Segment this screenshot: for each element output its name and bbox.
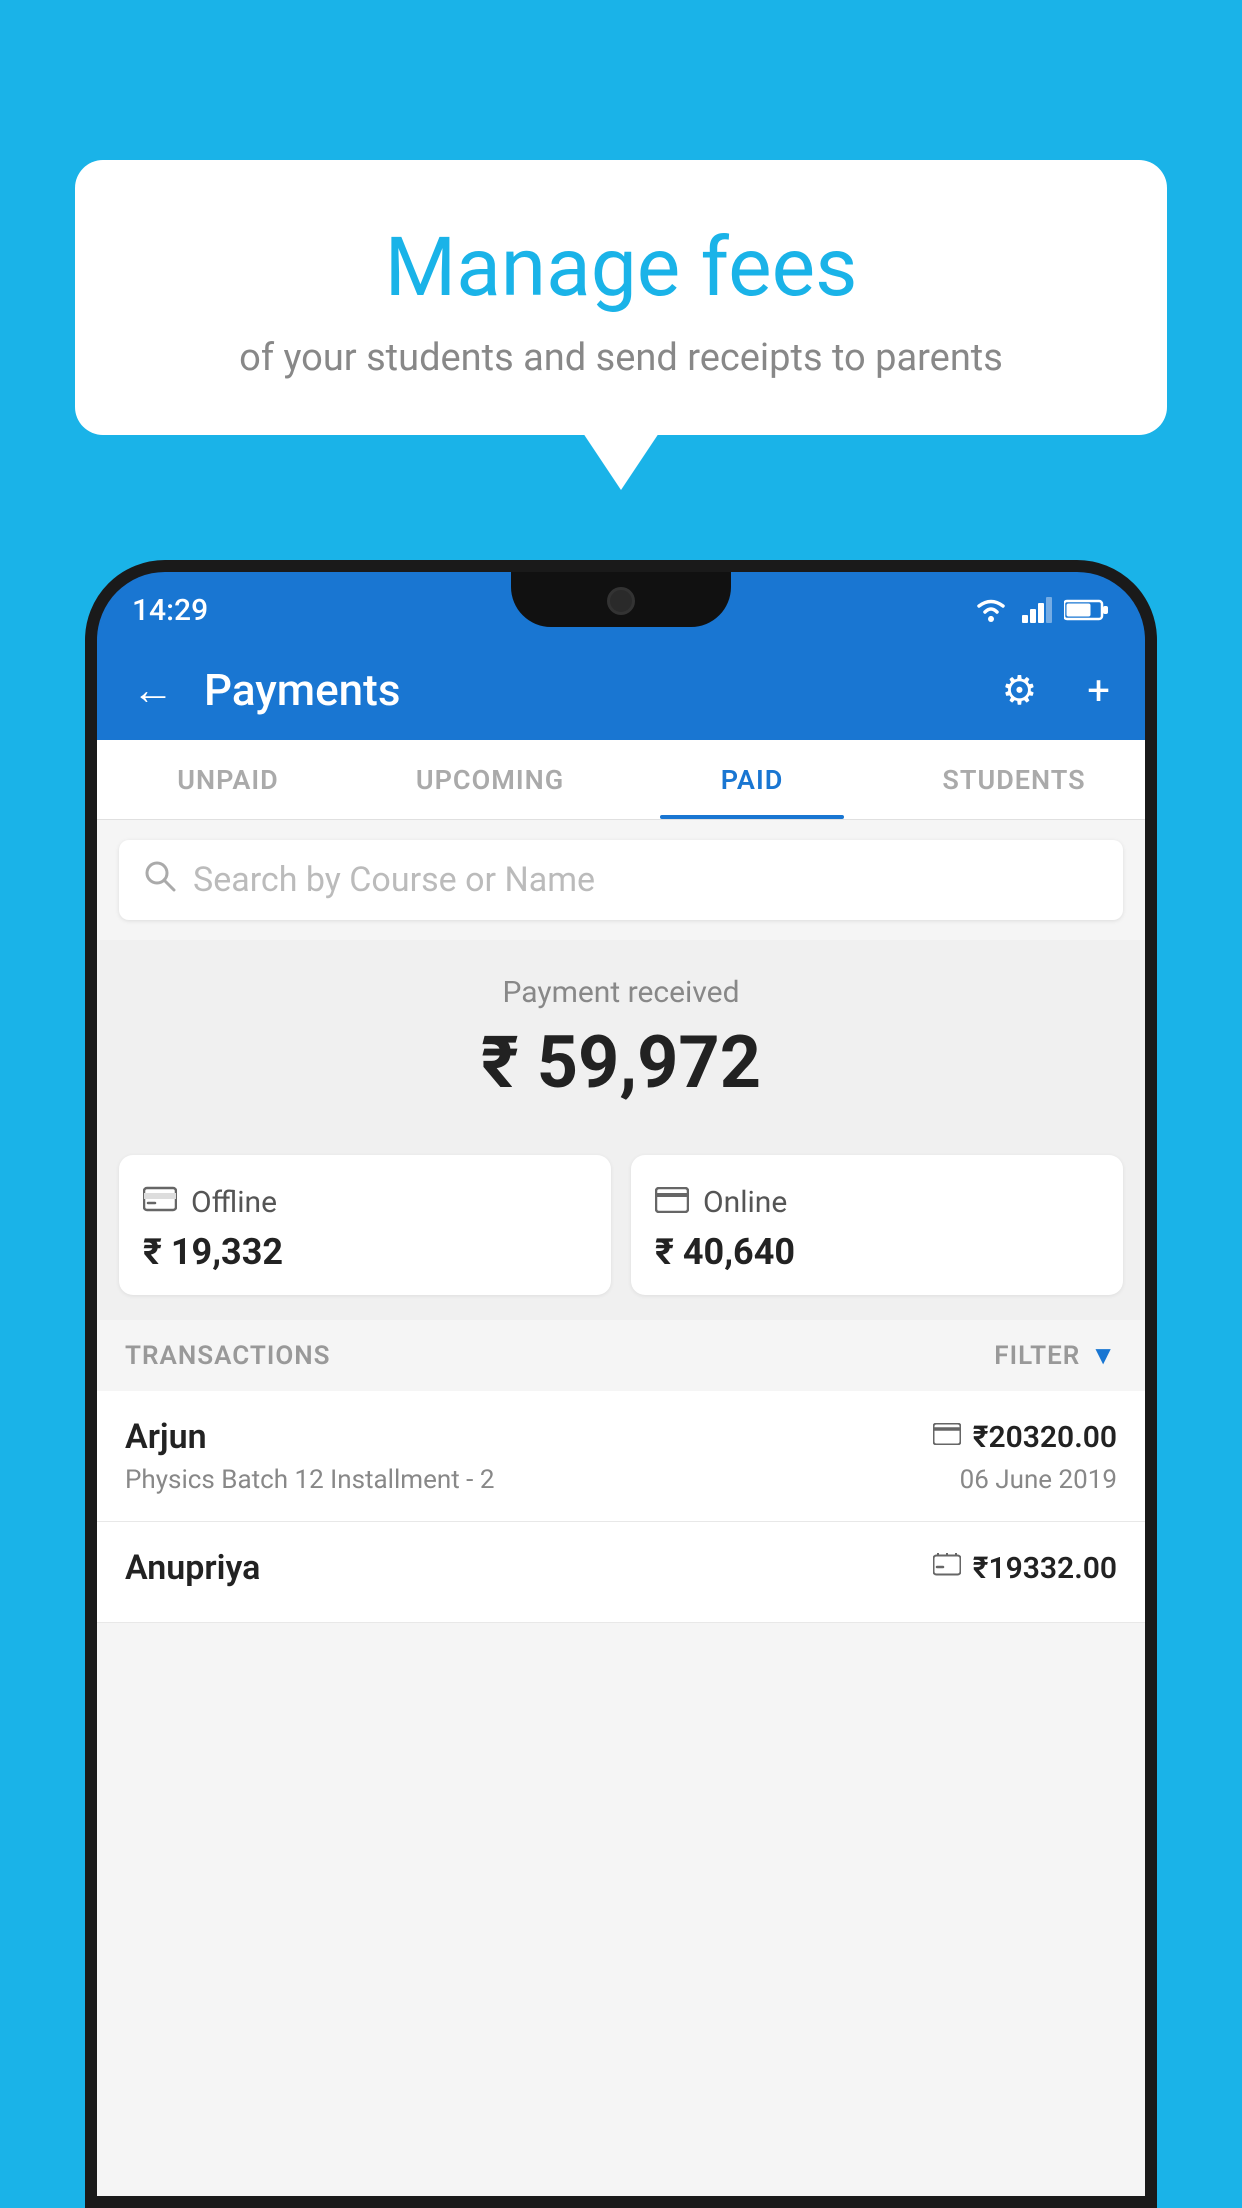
transaction-row[interactable]: Arjun ₹20320.00 Physics Batch 12 Install… [97,1391,1145,1522]
transaction-name-2: Anupriya [125,1548,260,1588]
tab-students[interactable]: STUDENTS [883,740,1145,819]
phone-frame: 14:29 ← Pa [85,560,1157,2208]
filter-button[interactable]: FILTER ▼ [994,1340,1117,1371]
transactions-label: TRANSACTIONS [125,1341,331,1371]
offline-payment-icon [933,1553,961,1584]
status-icons [972,596,1110,624]
payment-received-label: Payment received [97,975,1145,1010]
wifi-icon [972,596,1010,624]
transaction-amount: ₹20320.00 [973,1420,1117,1455]
online-icon [655,1183,689,1221]
transactions-header: TRANSACTIONS FILTER ▼ [97,1320,1145,1391]
battery-icon [1064,598,1110,622]
online-type-label: Online [703,1185,787,1220]
power-button [1151,822,1157,932]
add-button[interactable]: + [1087,667,1110,714]
tab-paid[interactable]: PAID [621,740,883,819]
speech-bubble: Manage fees of your students and send re… [75,160,1167,435]
transaction-date: 06 June 2019 [960,1465,1117,1495]
search-placeholder: Search by Course or Name [193,860,595,900]
transaction-row[interactable]: Anupriya ₹19332.00 [97,1522,1145,1623]
app-header: ← Payments ⚙ + [97,640,1145,740]
bubble-title: Manage fees [145,220,1097,316]
offline-card-header: Offline [143,1183,587,1221]
page-title: Payments [204,664,951,716]
online-payment-card: Online ₹ 40,640 [631,1155,1123,1295]
online-card-header: Online [655,1183,1099,1221]
payment-received-amount: ₹ 59,972 [97,1020,1145,1105]
online-payment-icon [933,1422,961,1452]
offline-payment-card: Offline ₹ 19,332 [119,1155,611,1295]
filter-label: FILTER [994,1341,1080,1371]
front-camera [607,587,635,615]
tab-upcoming[interactable]: UPCOMING [359,740,621,819]
transaction-top: Arjun ₹20320.00 [125,1417,1117,1457]
payment-cards: Offline ₹ 19,332 Online ₹ 40,640 [97,1135,1145,1320]
transaction-amount-wrapper: ₹20320.00 [933,1420,1117,1455]
signal-icon [1022,597,1052,623]
status-time: 14:29 [132,593,208,628]
transaction-course: Physics Batch 12 Installment - 2 [125,1465,494,1495]
volume-up-button [85,772,91,852]
transaction-top: Anupriya ₹19332.00 [125,1548,1117,1588]
online-amount: ₹ 40,640 [655,1231,1099,1273]
volume-down-button [85,882,91,962]
transaction-amount-wrapper-2: ₹19332.00 [933,1551,1117,1586]
tabs-bar: UNPAID UPCOMING PAID STUDENTS [97,740,1145,820]
tab-unpaid[interactable]: UNPAID [97,740,359,819]
search-icon [143,859,177,902]
bubble-subtitle: of your students and send receipts to pa… [145,336,1097,380]
offline-amount: ₹ 19,332 [143,1231,587,1273]
payment-received-section: Payment received ₹ 59,972 [97,940,1145,1135]
offline-icon [143,1183,177,1221]
back-button[interactable]: ← [132,666,174,715]
phone-notch [511,572,731,627]
settings-button[interactable]: ⚙ [1001,667,1037,714]
transaction-amount-2: ₹19332.00 [973,1551,1117,1586]
offline-type-label: Offline [191,1185,277,1220]
transaction-bottom: Physics Batch 12 Installment - 2 06 June… [125,1465,1117,1495]
transaction-name: Arjun [125,1417,207,1457]
filter-icon: ▼ [1090,1340,1117,1371]
search-bar[interactable]: Search by Course or Name [119,840,1123,920]
phone-screen: UNPAID UPCOMING PAID STUDENTS Search by … [97,740,1145,2196]
